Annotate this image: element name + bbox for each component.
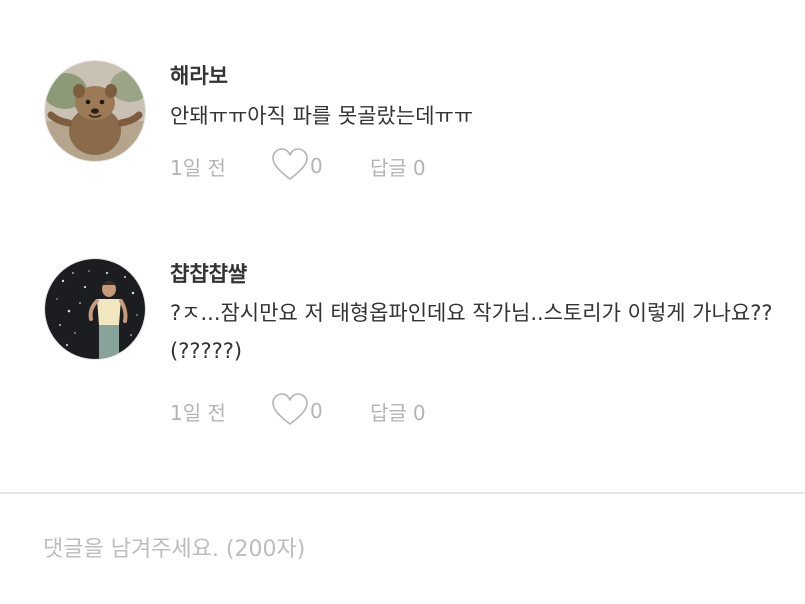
- avatar[interactable]: [44, 258, 146, 360]
- reply-label: 답글: [370, 155, 407, 180]
- comment-author[interactable]: 해라보: [170, 60, 228, 90]
- comment-text: ?ㅈ...잠시만요 저 태형옵파인데요 작가님..스토리가 이렇게 가나요??(…: [170, 301, 773, 363]
- like-count: 0: [310, 399, 323, 423]
- like-count: 0: [310, 154, 323, 178]
- comment-timestamp: 1일 전: [170, 155, 226, 180]
- like-button[interactable]: 0: [270, 146, 370, 186]
- quokka-avatar-image: [45, 61, 145, 161]
- avatar[interactable]: [44, 60, 146, 162]
- comment-timestamp: 1일 전: [170, 400, 226, 425]
- comment-text: 안돼ㅠㅠ아직 파를 못골랐는데ㅠㅠ: [170, 104, 474, 128]
- comment-input[interactable]: [0, 494, 805, 604]
- person-avatar-image: [45, 259, 145, 359]
- reply-count: 0: [412, 155, 426, 180]
- comment-meta: 1일 전 0 답글 0: [170, 391, 426, 431]
- reply-label: 답글: [370, 400, 407, 425]
- reply-count: 0: [412, 400, 426, 425]
- heart-icon: [272, 148, 308, 180]
- heart-icon: [272, 393, 308, 425]
- comment-author[interactable]: 챱챱챱쌸: [170, 258, 247, 288]
- comment-meta: 1일 전 0 답글 0: [170, 146, 426, 186]
- comment-item: 해라보 안돼ㅠㅠ아직 파를 못골랐는데ㅠㅠ 1일 전 0 답글 0: [0, 0, 805, 230]
- reply-button[interactable]: 답글 0: [370, 397, 426, 426]
- reply-button[interactable]: 답글 0: [370, 152, 426, 181]
- comment-item: 챱챱챱쌸 ?ㅈ...잠시만요 저 태형옵파인데요 작가님..스토리가 이렇게 가…: [0, 230, 805, 490]
- like-button[interactable]: 0: [270, 391, 370, 431]
